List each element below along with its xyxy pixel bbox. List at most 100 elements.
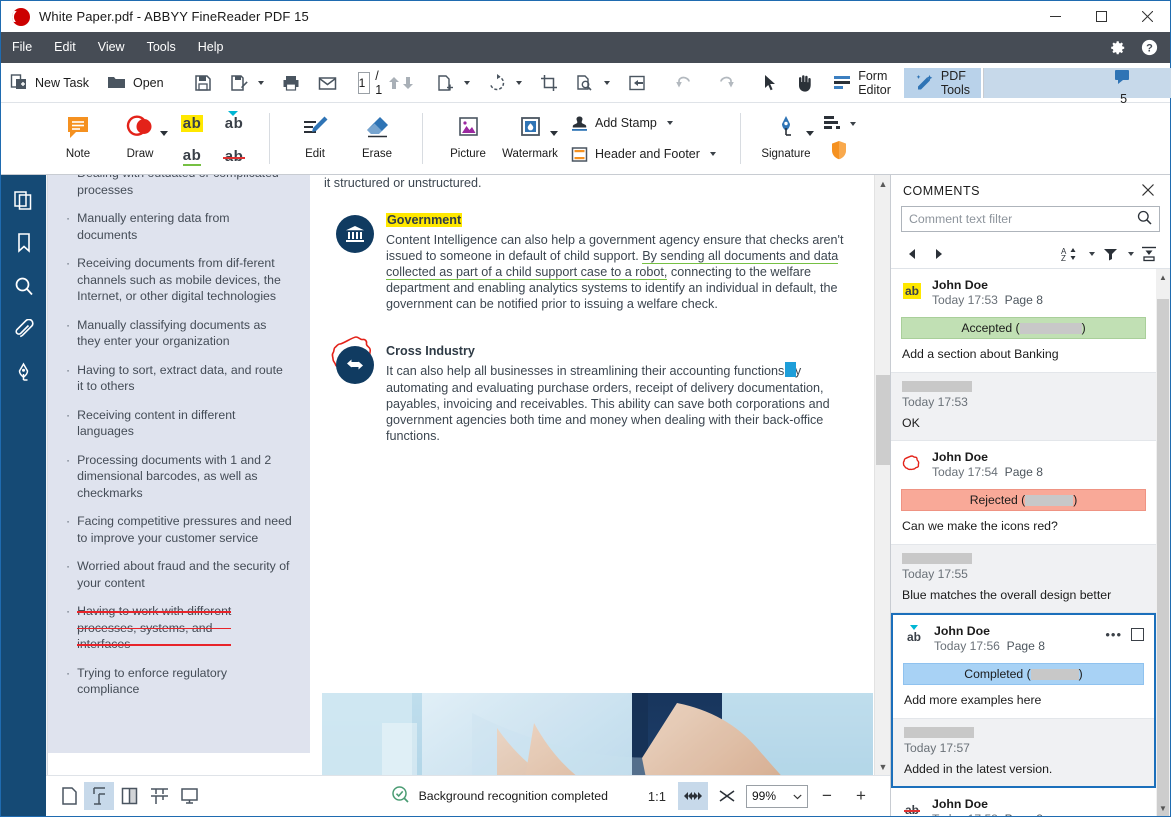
comment-checkbox[interactable] (1131, 628, 1144, 641)
document-vertical-scrollbar[interactable]: ▲ ▼ (874, 175, 890, 775)
maximize-button[interactable] (1078, 1, 1124, 32)
scroll-up-arrow-icon[interactable]: ▲ (875, 175, 890, 192)
rotate-caret-icon[interactable] (516, 81, 522, 85)
comments-scrollbar-thumb[interactable] (1157, 299, 1169, 816)
sort-az-icon[interactable]: AZ (1058, 242, 1084, 266)
zoom-in-button[interactable]: + (846, 782, 876, 810)
filter-icon[interactable] (1097, 242, 1123, 266)
add-stamp-button[interactable]: Add Stamp (565, 110, 722, 137)
comments-scrollbar[interactable]: ▲ ▼ (1156, 269, 1170, 816)
select-tool-button[interactable] (755, 68, 787, 98)
comment-card[interactable]: ab John Doe Today 17:58 Page 8 (891, 788, 1156, 816)
pages-icon[interactable] (10, 186, 38, 214)
save-as-caret-icon[interactable] (258, 81, 264, 85)
signature-tool[interactable]: Signature (755, 105, 817, 173)
add-page-caret-icon[interactable] (464, 81, 470, 85)
chevron-down-icon[interactable] (793, 789, 802, 803)
comments-scroll-down-icon[interactable]: ▼ (1156, 800, 1170, 816)
next-comment-button[interactable] (925, 242, 951, 266)
pdf-tools-button[interactable]: PDF Tools (904, 68, 981, 98)
watermark-tool[interactable]: Watermark (499, 105, 561, 173)
next-page-button[interactable] (401, 70, 415, 96)
insert-text-tool[interactable]: ab (214, 108, 254, 139)
comment-card[interactable]: John Doe Today 17:54 Page 8 Rejected () … (891, 441, 1156, 613)
bates-caret-icon[interactable] (850, 122, 856, 126)
highlight-tool[interactable]: ab (172, 108, 212, 139)
collapse-all-icon[interactable] (1136, 242, 1162, 266)
comment-card[interactable]: ab John Doe Today 17:53 Page 8 Accepted … (891, 269, 1156, 441)
close-button[interactable] (1124, 1, 1170, 32)
zoom-select[interactable]: 99% (746, 785, 808, 808)
menu-tools[interactable]: Tools (136, 32, 187, 63)
comments-list[interactable]: ab John Doe Today 17:53 Page 8 Accepted … (891, 269, 1170, 816)
scrollbar-thumb[interactable] (876, 375, 890, 465)
underline-tool[interactable]: ab (172, 141, 212, 172)
help-icon[interactable]: ? (1136, 35, 1162, 61)
redo-button[interactable] (705, 68, 743, 98)
crop-button[interactable] (531, 68, 567, 98)
presentation-icon[interactable] (174, 782, 204, 810)
signature-caret-icon[interactable] (806, 131, 814, 136)
comment-reply[interactable]: Today 17:53 OK (891, 372, 1156, 440)
page-number-input[interactable]: 1 (358, 72, 371, 94)
new-task-button[interactable]: New Task (1, 68, 98, 98)
signature-panel-icon[interactable] (10, 358, 38, 386)
header-footer-caret-icon[interactable] (710, 152, 716, 156)
two-page-scroll-icon[interactable] (144, 782, 174, 810)
redaction-button[interactable] (830, 140, 848, 163)
draw-tool[interactable]: Draw (109, 105, 171, 173)
text-cursor-selection[interactable] (785, 362, 796, 377)
comment-card-selected[interactable]: ab John Doe Today 17:56 Page 8 ••• (891, 613, 1156, 788)
save-button[interactable] (185, 68, 221, 98)
two-page-icon[interactable] (114, 782, 144, 810)
filter-caret-icon[interactable] (1128, 252, 1134, 256)
watermark-caret-icon[interactable] (550, 131, 558, 136)
comment-more-options-icon[interactable]: ••• (1105, 627, 1122, 642)
close-comments-panel-icon[interactable] (1138, 183, 1158, 199)
note-tool[interactable]: Note (47, 105, 109, 173)
edit-tool[interactable]: Edit (284, 105, 346, 173)
export-button[interactable] (619, 68, 655, 98)
previous-comment-button[interactable] (899, 242, 925, 266)
search-icon[interactable] (1137, 210, 1152, 228)
zoom-out-button[interactable]: − (812, 782, 842, 810)
menu-edit[interactable]: Edit (43, 32, 87, 63)
recognize-caret-icon[interactable] (604, 81, 610, 85)
fit-page-icon[interactable] (712, 782, 742, 810)
document-scroll-area[interactable]: ·Dealing with outdated or complicated pr… (46, 175, 890, 775)
comment-reply[interactable]: Today 17:57 Added in the latest version. (893, 718, 1154, 786)
bookmark-icon[interactable] (10, 229, 38, 257)
minimize-button[interactable] (1032, 1, 1078, 32)
email-button[interactable] (309, 68, 346, 98)
header-footer-button[interactable]: Header and Footer (565, 141, 722, 168)
hand-tool-button[interactable] (787, 68, 822, 98)
sort-caret-icon[interactable] (1089, 252, 1095, 256)
gear-icon[interactable] (1104, 35, 1130, 61)
add-stamp-caret-icon[interactable] (667, 121, 673, 125)
rotate-button[interactable] (479, 68, 531, 98)
one-page-scroll-icon[interactable] (84, 782, 114, 810)
pdf-page[interactable]: ·Dealing with outdated or complicated pr… (48, 175, 876, 775)
open-button[interactable]: Open (98, 68, 173, 98)
single-page-icon[interactable] (54, 782, 84, 810)
add-page-button[interactable] (427, 68, 479, 98)
picture-tool[interactable]: Picture (437, 105, 499, 173)
menu-file[interactable]: File (1, 32, 43, 63)
actual-size-button[interactable]: 1:1 (640, 789, 674, 804)
scroll-down-arrow-icon[interactable]: ▼ (875, 758, 890, 775)
list-item-struck[interactable]: ·Having to work with differentprocesses,… (66, 603, 292, 653)
menu-help[interactable]: Help (187, 32, 235, 63)
section-title-highlighted[interactable]: Government (386, 213, 462, 227)
previous-page-button[interactable] (387, 70, 401, 96)
strikethrough-tool[interactable]: ab (214, 141, 254, 172)
comment-filter-box[interactable] (901, 206, 1160, 232)
comments-scroll-up-icon[interactable]: ▲ (1156, 269, 1170, 285)
comments-toggle-button[interactable]: 5 (983, 68, 1171, 98)
form-editor-button[interactable]: Form Editor (822, 68, 902, 98)
bates-numbering-button[interactable] (822, 115, 856, 134)
draw-caret-icon[interactable] (160, 131, 168, 136)
comment-reply[interactable]: Today 17:55 Blue matches the overall des… (891, 544, 1156, 612)
save-as-button[interactable] (221, 68, 273, 98)
undo-button[interactable] (667, 68, 705, 98)
recognize-button[interactable] (567, 68, 619, 98)
